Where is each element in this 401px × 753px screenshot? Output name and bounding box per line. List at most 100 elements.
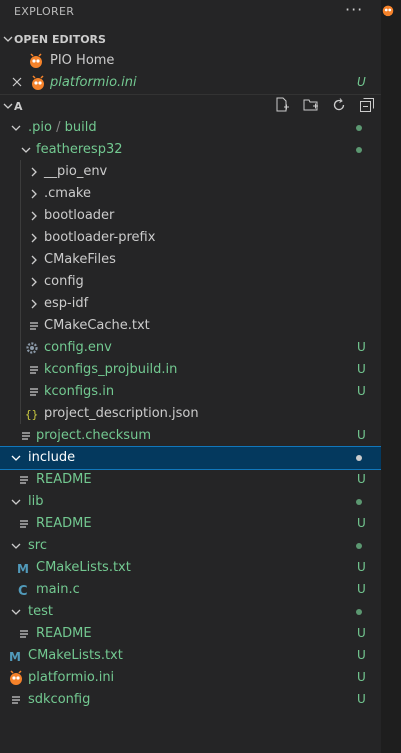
tree-label: project_description.json <box>44 406 199 421</box>
text-file-icon <box>20 520 28 528</box>
chevron-down-icon <box>11 455 21 461</box>
untracked-badge: U <box>357 340 366 354</box>
tree-label: test <box>28 604 53 619</box>
tree-label: project.checksum <box>36 428 151 443</box>
tree-file[interactable]: kconfigs.in U <box>0 381 381 403</box>
close-icon[interactable] <box>11 76 23 88</box>
tree-folder-src[interactable]: src <box>0 535 381 557</box>
tree-folder-pio-build[interactable]: .pio / build <box>0 117 381 139</box>
tree-label: kconfigs.in <box>44 384 115 399</box>
svg-text:M: M <box>17 562 29 576</box>
open-editor-item[interactable]: PIO Home <box>0 50 381 72</box>
tree-folder[interactable]: config <box>0 271 381 293</box>
path-separator: / <box>51 120 65 135</box>
text-file-icon <box>30 366 38 374</box>
untracked-badge: U <box>357 560 366 574</box>
untracked-badge: U <box>357 384 366 398</box>
cmake-m-icon: M <box>9 650 21 664</box>
tree-label: main.c <box>36 582 80 597</box>
text-file-icon <box>20 476 28 484</box>
tree-file[interactable]: config.env U <box>0 337 381 359</box>
new-folder-icon[interactable] <box>303 97 319 113</box>
tree-label: CMakeLists.txt <box>36 560 131 575</box>
untracked-badge: U <box>357 516 366 530</box>
platformio-icon <box>30 53 42 68</box>
tree-file[interactable]: kconfigs_projbuild.in U <box>0 359 381 381</box>
json-braces-icon: {} <box>25 408 38 421</box>
more-actions-icon[interactable]: ··· <box>345 0 363 19</box>
chevron-right-icon <box>31 211 37 221</box>
open-editor-label: platformio.ini <box>50 75 137 90</box>
chevron-right-icon <box>31 277 37 287</box>
platformio-icon[interactable] <box>381 2 395 18</box>
tree-label: config <box>44 274 84 289</box>
untracked-badge: U <box>357 428 366 442</box>
tree-file[interactable]: M CMakeLists.txt U <box>0 557 381 579</box>
tree-file[interactable]: CMakeCache.txt <box>0 315 381 337</box>
untracked-badge: U <box>357 648 366 662</box>
tree-folder[interactable]: bootloader-prefix <box>0 227 381 249</box>
tree-file[interactable]: README U <box>0 513 381 535</box>
untracked-badge: U <box>357 472 366 486</box>
chevron-down-icon <box>11 543 21 549</box>
tree-folder-featheresp32[interactable]: featheresp32 <box>0 139 381 161</box>
tree-label: config.env <box>44 340 112 355</box>
untracked-badge: U <box>357 582 366 596</box>
explorer-title: EXPLORER <box>14 5 75 18</box>
untracked-badge: U <box>357 75 366 89</box>
new-file-icon[interactable] <box>274 97 290 113</box>
tree-folder[interactable]: .cmake <box>0 183 381 205</box>
tree-label: esp-idf <box>44 296 89 311</box>
tree-label: sdkconfig <box>28 692 91 707</box>
tree-folder[interactable]: CMakeFiles <box>0 249 381 271</box>
refresh-icon[interactable] <box>331 97 347 113</box>
svg-text:{}: {} <box>25 408 38 421</box>
tree-folder-lib[interactable]: lib <box>0 491 381 513</box>
tree-label: .pio / build <box>28 120 97 135</box>
text-file-icon <box>30 388 38 396</box>
tree-file[interactable]: project.checksum U <box>0 425 381 447</box>
chevron-down-icon <box>3 103 13 109</box>
tree-label: CMakeFiles <box>44 252 116 267</box>
tree-folder[interactable]: esp-idf <box>0 293 381 315</box>
tree-label: featheresp32 <box>36 142 123 157</box>
editor-area-edge <box>381 0 401 753</box>
tree-folder-include[interactable]: include <box>0 446 382 470</box>
untracked-badge: U <box>357 670 366 684</box>
untracked-badge: U <box>357 692 366 706</box>
c-language-icon: C <box>18 584 28 598</box>
untracked-badge: U <box>357 362 366 376</box>
tree-file[interactable]: {} project_description.json <box>0 403 381 425</box>
open-editors-section-header[interactable]: OPEN EDITORS <box>0 28 381 50</box>
text-file-icon <box>22 432 30 440</box>
tree-file[interactable]: sdkconfig U <box>0 689 381 711</box>
tree-file[interactable]: C main.c U <box>0 579 381 601</box>
chevron-down-icon <box>11 609 21 615</box>
collapse-all-icon[interactable] <box>359 97 375 113</box>
modified-dot <box>356 543 362 549</box>
gear-icon <box>26 342 38 354</box>
tree-label: __pio_env <box>44 164 108 179</box>
tree-label: platformio.ini <box>28 670 115 685</box>
tree-folder-test[interactable]: test <box>0 601 381 623</box>
tree-folder[interactable]: bootloader <box>0 205 381 227</box>
tree-file[interactable]: platformio.ini U <box>0 667 381 689</box>
workspace-title: A <box>14 100 23 113</box>
open-editors-title: OPEN EDITORS <box>14 33 106 46</box>
svg-text:M: M <box>9 650 21 664</box>
tree-label: README <box>36 516 92 531</box>
tree-file[interactable]: README U <box>0 469 381 491</box>
tree-label: bootloader <box>44 208 115 223</box>
open-editor-label: PIO Home <box>50 53 115 68</box>
workspace-section-header[interactable]: A <box>0 95 381 117</box>
chevron-right-icon <box>31 189 37 199</box>
tree-file[interactable]: README U <box>0 623 381 645</box>
text-file-icon <box>20 630 28 638</box>
open-editor-item[interactable]: platformio.ini U <box>0 72 381 94</box>
tree-file[interactable]: M CMakeLists.txt U <box>0 645 381 667</box>
text-file-icon <box>12 696 20 704</box>
tree-label: CMakeCache.txt <box>44 318 150 333</box>
tree-folder[interactable]: __pio_env <box>0 161 381 183</box>
modified-dot <box>356 455 362 461</box>
platformio-icon <box>10 670 22 685</box>
